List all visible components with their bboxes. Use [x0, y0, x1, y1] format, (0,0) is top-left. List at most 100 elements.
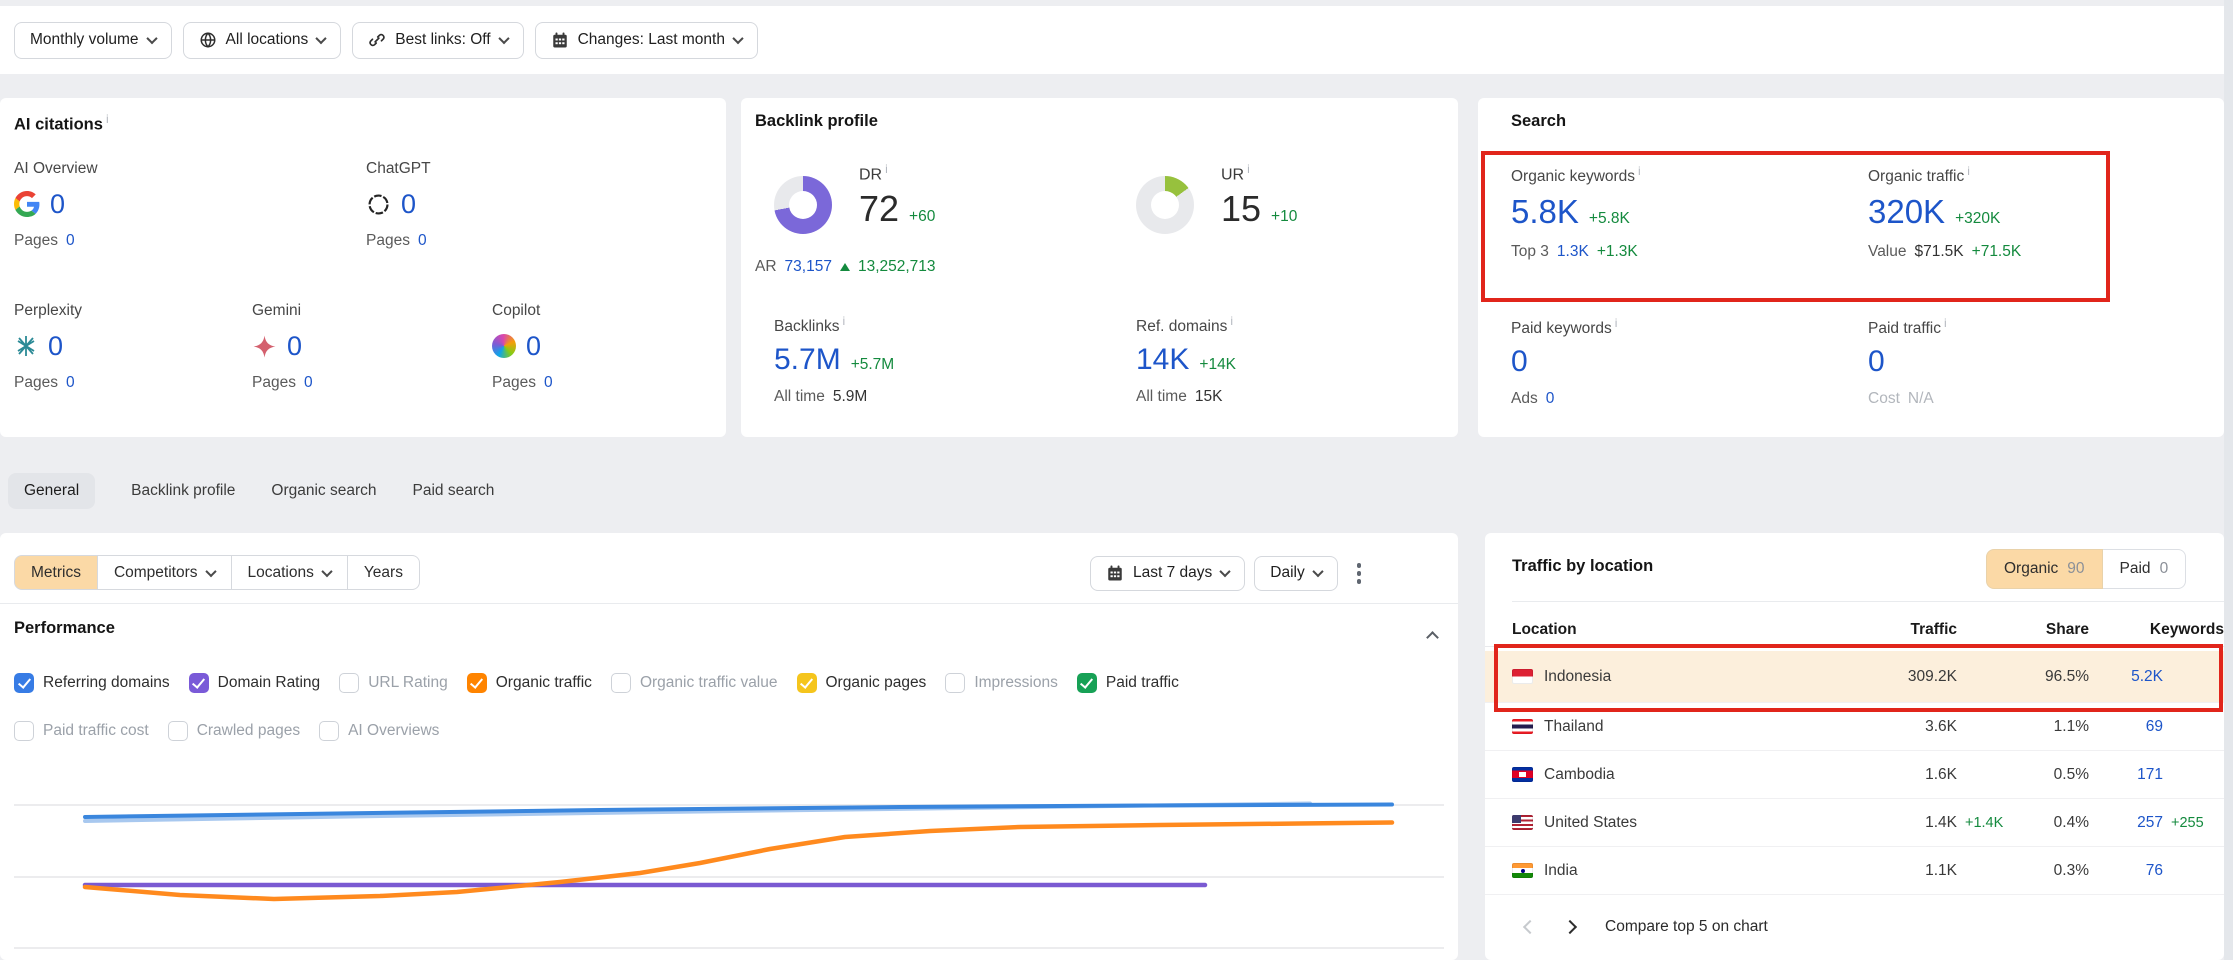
locations-dropdown[interactable]: All locations [183, 22, 342, 59]
competitors-segment[interactable]: Competitors [98, 555, 232, 590]
kebab-menu-icon[interactable] [1347, 555, 1372, 592]
info-icon[interactable]: i [1230, 314, 1233, 328]
calendar-icon [551, 31, 569, 49]
checkbox-icon [319, 721, 339, 741]
checkbox-organic-traffic[interactable]: Organic traffic [467, 673, 592, 693]
checkbox-organic-traffic-value[interactable]: Organic traffic value [611, 673, 778, 693]
changes-dropdown[interactable]: Changes: Last month [535, 22, 758, 59]
dr-value: 72 [859, 188, 899, 230]
pages-link[interactable]: 0 [66, 232, 75, 250]
table-row-india[interactable]: India 1.1K 0.3% 76 [1485, 847, 2224, 895]
organic-toggle-button[interactable]: Organic90 [1986, 549, 2103, 589]
dr-donut [774, 176, 832, 234]
date-range-dropdown[interactable]: Last 7 days [1090, 556, 1245, 591]
pages-link[interactable]: 0 [544, 374, 553, 392]
info-icon[interactable]: i [842, 314, 845, 328]
ar-value-link[interactable]: 73,157 [785, 258, 832, 276]
checkbox-referring-domains[interactable]: Referring domains [14, 673, 170, 693]
metric-checkbox-row-1: Referring domains Domain Rating URL Rati… [14, 673, 1179, 693]
checkbox-crawled-pages[interactable]: Crawled pages [168, 721, 300, 741]
tab-general[interactable]: General [8, 473, 95, 509]
pages-link[interactable]: 0 [418, 232, 427, 250]
organic-traffic-delta: +320K [1955, 210, 2000, 228]
granularity-dropdown[interactable]: Daily [1254, 556, 1337, 591]
chevron-down-icon [146, 33, 157, 44]
table-row-thailand[interactable]: Thailand 3.6K 1.1% 69 [1485, 703, 2224, 751]
checkbox-ai-overviews[interactable]: AI Overviews [319, 721, 439, 741]
tab-backlink-profile[interactable]: Backlink profile [131, 482, 235, 500]
dr-metric: DRi 72+60 [859, 162, 935, 230]
organic-keywords-value[interactable]: 5.8K [1511, 193, 1579, 231]
authority-rank-line: AR 73,157 13,252,713 [755, 258, 936, 276]
top3-link[interactable]: 1.3K [1557, 243, 1589, 261]
cambodia-flag-icon [1512, 767, 1533, 782]
previous-page-icon[interactable] [1523, 920, 1537, 934]
checkbox-impressions[interactable]: Impressions [945, 673, 1058, 693]
compare-top5-link[interactable]: Compare top 5 on chart [1605, 918, 1768, 936]
info-icon[interactable]: i [1615, 316, 1618, 330]
backlinks-metric: Backlinksi 5.7M +5.7M All time5.9M [774, 314, 894, 406]
info-icon[interactable]: i [1638, 164, 1641, 178]
keywords-link[interactable]: 171 [2089, 766, 2163, 784]
pages-label: Pages [14, 374, 58, 392]
divider [0, 603, 1458, 604]
info-icon[interactable]: i [885, 162, 888, 176]
checkbox-url-rating[interactable]: URL Rating [339, 673, 448, 693]
collapse-section-button[interactable] [1428, 629, 1437, 647]
paid-traffic-metric: Paid traffici 0 CostN/A [1868, 316, 2198, 408]
pages-link[interactable]: 0 [304, 374, 313, 392]
backlinks-value[interactable]: 5.7M [774, 343, 841, 377]
organic-traffic-value[interactable]: 320K [1868, 193, 1945, 231]
performance-line-chart[interactable] [0, 770, 1458, 960]
info-icon[interactable]: i [1247, 162, 1250, 176]
keywords-link[interactable]: 257 [2089, 814, 2163, 832]
info-icon[interactable]: i [1967, 164, 1970, 178]
best-links-label: Best links: Off [395, 31, 490, 49]
date-controls: Last 7 days Daily [1090, 555, 1371, 592]
checkbox-organic-pages[interactable]: Organic pages [797, 673, 927, 693]
ur-delta: +10 [1271, 208, 1297, 226]
years-segment[interactable]: Years [348, 555, 420, 590]
checkbox-paid-traffic-cost[interactable]: Paid traffic cost [14, 721, 149, 741]
info-icon[interactable]: i [106, 112, 109, 126]
monthly-volume-dropdown[interactable]: Monthly volume [14, 22, 172, 59]
ai-citations-title: AI citationsi [14, 112, 109, 135]
paid-toggle-button[interactable]: Paid0 [2103, 549, 2187, 589]
table-row-united-states[interactable]: United States 1.4K+1.4K 0.4% 257+255 [1485, 799, 2224, 847]
tab-paid-search[interactable]: Paid search [413, 482, 495, 500]
traffic-table-header: Location Traffic Share Keywords [1485, 613, 2224, 647]
gemini-value: 0 [287, 331, 302, 362]
checkbox-paid-traffic[interactable]: Paid traffic [1077, 673, 1179, 693]
paid-count: 0 [2160, 560, 2169, 578]
locations-label: All locations [226, 31, 309, 49]
keywords-link[interactable]: 69 [2089, 718, 2163, 736]
locations-segment[interactable]: Locations [232, 555, 348, 590]
info-icon[interactable]: i [1944, 316, 1947, 330]
cost-value: N/A [1908, 390, 1934, 408]
metrics-segment[interactable]: Metrics [14, 555, 98, 590]
checkbox-icon [14, 721, 34, 741]
organic-paid-toggle: Organic90 Paid0 [1986, 549, 2186, 589]
table-row-indonesia[interactable]: Indonesia 309.2K 96.5% 5.2K [1485, 651, 2224, 703]
scrollbar[interactable] [2224, 0, 2233, 960]
granularity-label: Daily [1270, 564, 1304, 582]
gemini-cell: Gemini 0 Pages0 [252, 302, 482, 392]
tab-organic-search[interactable]: Organic search [271, 482, 376, 500]
ads-link[interactable]: 0 [1546, 390, 1555, 408]
checkbox-icon [467, 673, 487, 693]
checkbox-domain-rating[interactable]: Domain Rating [189, 673, 321, 693]
ref-domains-value[interactable]: 14K [1136, 343, 1189, 377]
keywords-link[interactable]: 5.2K [2089, 668, 2163, 686]
indonesia-flag-icon [1512, 669, 1533, 684]
ar-delta: 13,252,713 [858, 258, 936, 276]
pages-link[interactable]: 0 [66, 374, 75, 392]
checkbox-icon [189, 673, 209, 693]
next-page-icon[interactable] [1563, 920, 1577, 934]
ai-overview-value: 0 [50, 189, 65, 220]
best-links-dropdown[interactable]: Best links: Off [352, 22, 523, 59]
ur-metric: URi 15+10 [1221, 162, 1297, 230]
checkbox-icon [611, 673, 631, 693]
table-row-cambodia[interactable]: Cambodia 1.6K 0.5% 171 [1485, 751, 2224, 799]
keywords-link[interactable]: 76 [2089, 862, 2163, 880]
performance-panel: Metrics Competitors Locations Years Last… [0, 533, 1458, 960]
